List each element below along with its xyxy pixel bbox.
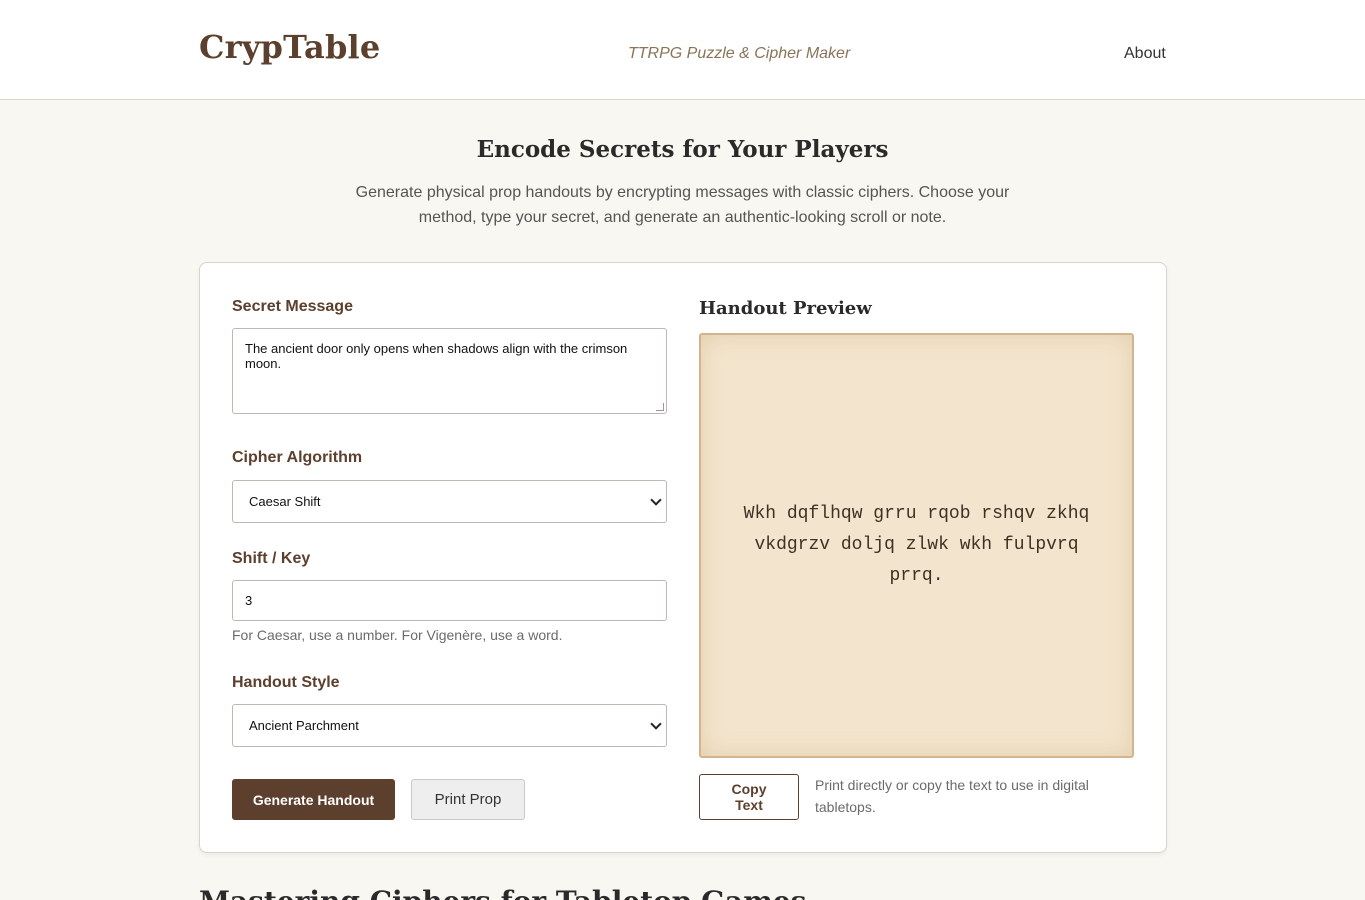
shift-key-hint: For Caesar, use a number. For Vigenère, … bbox=[232, 627, 563, 643]
handout-style-label: Handout Style bbox=[232, 674, 340, 691]
cipher-algorithm-select[interactable]: Caesar Shift bbox=[232, 480, 667, 523]
site-logo[interactable]: CrypTable bbox=[199, 28, 380, 66]
encrypted-text: Wkh dqflhqw grru rqob rshqv zkhq vkdgrzv… bbox=[743, 504, 1090, 586]
handout-preview-title: Handout Preview bbox=[699, 298, 872, 319]
shift-key-input[interactable]: 3 bbox=[232, 580, 667, 621]
secret-message-value: The ancient door only opens when shadows… bbox=[245, 341, 628, 371]
resize-grip-icon[interactable] bbox=[656, 403, 664, 411]
copy-note: Print directly or copy the text to use i… bbox=[815, 777, 1089, 815]
top-bar: CrypTable TTRPG Puzzle & Cipher Maker Ab… bbox=[0, 0, 1365, 100]
shift-key-label: Shift / Key bbox=[232, 550, 311, 567]
handout-style-value: Ancient Parchment bbox=[249, 718, 359, 733]
shift-key-value: 3 bbox=[245, 593, 253, 608]
nav-about-link[interactable]: About bbox=[1124, 45, 1166, 63]
chevron-down-icon bbox=[650, 494, 662, 506]
secret-message-label: Secret Message bbox=[232, 298, 353, 315]
hero-description: Generate physical prop handouts by encry… bbox=[355, 184, 1010, 226]
cipher-algorithm-value: Caesar Shift bbox=[249, 494, 321, 509]
handout-style-select[interactable]: Ancient Parchment bbox=[232, 704, 667, 747]
section-title-mastering-ciphers: Mastering Ciphers for Tabletop Games bbox=[199, 885, 806, 900]
chevron-down-icon bbox=[650, 718, 662, 730]
hero-title: Encode Secrets for Your Players bbox=[476, 136, 889, 163]
generate-handout-button[interactable]: Generate Handout bbox=[232, 779, 395, 820]
handout-preview-parchment: Wkh dqflhqw grru rqob rshqv zkhq vkdgrzv… bbox=[699, 333, 1134, 758]
secret-message-textarea[interactable]: The ancient door only opens when shadows… bbox=[232, 328, 667, 414]
copy-text-button[interactable]: Copy Text bbox=[699, 774, 799, 820]
cipher-algorithm-label: Cipher Algorithm bbox=[232, 449, 363, 466]
site-tagline: TTRPG Puzzle & Cipher Maker bbox=[628, 45, 851, 62]
print-prop-button[interactable]: Print Prop bbox=[411, 779, 525, 820]
